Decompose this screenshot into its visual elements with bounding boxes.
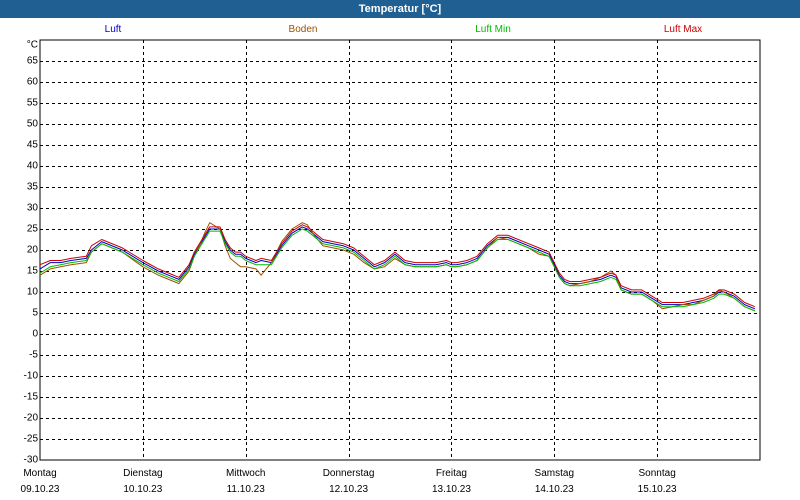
y-tick-label: 0: [32, 328, 38, 340]
y-tick-label: 40: [26, 160, 38, 172]
y-tick-label: 20: [26, 244, 38, 256]
y-tick-label: -25: [23, 433, 38, 445]
legend-item: Luft Min: [475, 24, 511, 35]
x-tick-date: 09.10.23: [20, 484, 60, 495]
x-tick-day: Mittwoch: [225, 468, 266, 479]
x-tick-date: 13.10.23: [431, 484, 471, 495]
y-tick-label: 15: [26, 265, 38, 277]
x-tick-day: Sonntag: [638, 468, 676, 479]
y-tick-label: -5: [29, 349, 38, 361]
y-tick-label: -30: [23, 454, 38, 466]
x-tick-date: 15.10.23: [637, 484, 677, 495]
y-tick-label: -20: [23, 412, 38, 424]
y-tick-label: 55: [26, 97, 38, 109]
x-tick-day: Montag: [23, 468, 57, 479]
x-tick-label: Sonntag 15.10.23: [617, 466, 697, 498]
legend: Luft Boden Luft Min Luft Max: [0, 24, 800, 38]
x-tick-label: Freitag 13.10.23: [411, 466, 491, 498]
y-tick-label: 60: [26, 76, 38, 88]
x-axis: Montag 09.10.23 Dienstag 10.10.23 Mittwoch 11…: [0, 466, 800, 500]
temperature-chart: [39, 39, 761, 461]
y-tick-label: 25: [26, 223, 38, 235]
x-tick-label: Donnerstag 12.10.23: [309, 466, 389, 498]
x-tick-day: Dienstag: [123, 468, 163, 479]
y-tick-label: 50: [26, 118, 38, 130]
x-tick-day: Donnerstag: [322, 468, 375, 479]
legend-item: Luft Max: [663, 24, 703, 35]
y-axis-unit-label: °C: [26, 39, 38, 51]
x-tick-day: Samstag: [534, 468, 575, 479]
x-tick-date: 12.10.23: [329, 484, 369, 495]
x-tick-label: Dienstag 10.10.23: [103, 466, 183, 498]
x-tick-day: Freitag: [435, 468, 467, 479]
y-tick-label: 65: [26, 55, 38, 67]
x-tick-label: Montag 09.10.23: [0, 466, 80, 498]
y-tick-label: 45: [26, 139, 38, 151]
chart-window: Temperatur [°C] Luft Boden Luft Min Luft Ma…: [0, 0, 800, 500]
y-tick-label: -10: [23, 370, 38, 382]
legend-item: Luft: [104, 24, 122, 35]
legend-item: Boden: [288, 24, 318, 35]
x-tick-date: 10.10.23: [123, 484, 163, 495]
y-tick-label: 35: [26, 181, 38, 193]
x-tick-label: Samstag 14.10.23: [514, 466, 594, 498]
y-tick-label: 30: [26, 202, 38, 214]
y-tick-label: 5: [32, 307, 38, 319]
chart-title: Temperatur [°C]: [0, 0, 800, 18]
y-tick-label: -15: [23, 391, 38, 403]
x-tick-date: 11.10.23: [226, 484, 265, 495]
x-tick-date: 14.10.23: [534, 484, 574, 495]
x-tick-label: Mittwoch 11.10.23: [206, 466, 286, 498]
y-tick-label: 10: [26, 286, 38, 298]
